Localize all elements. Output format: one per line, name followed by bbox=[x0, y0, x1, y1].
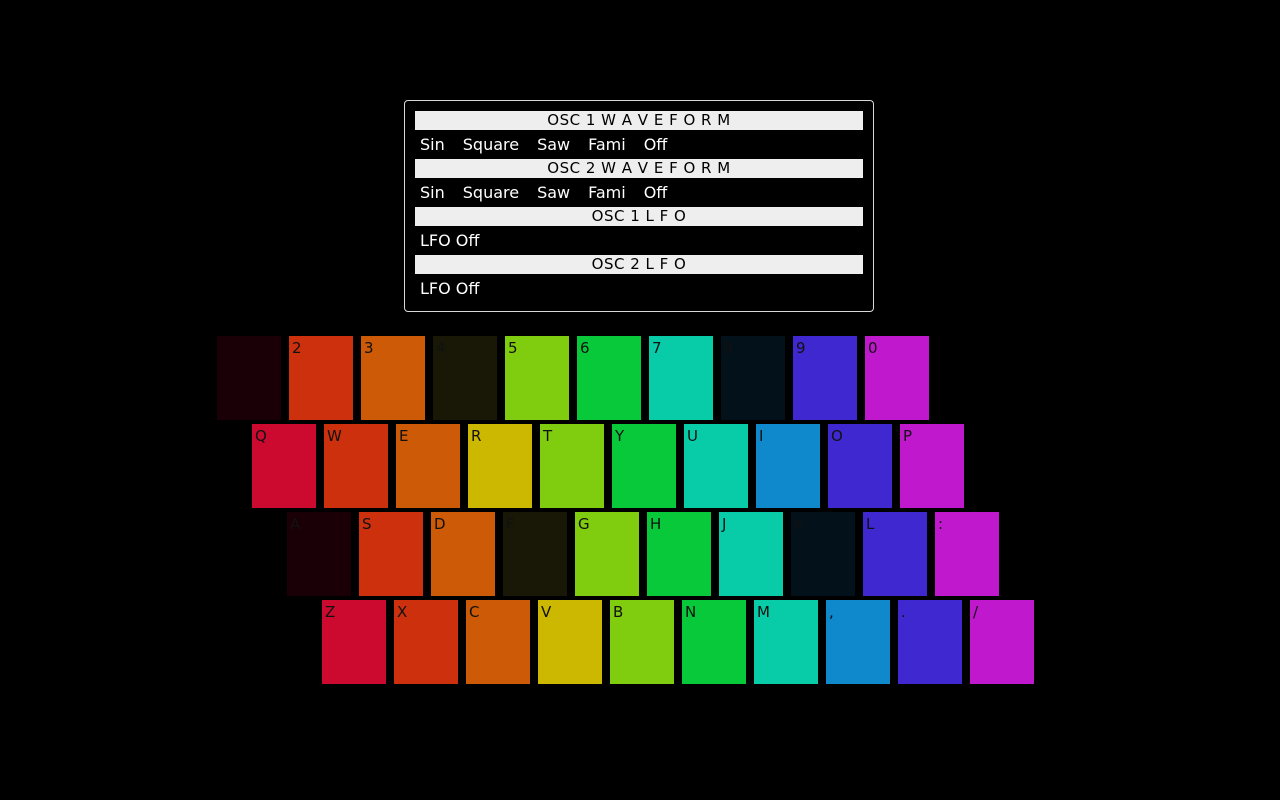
osc1-sin-option[interactable]: Sin bbox=[415, 135, 450, 154]
osc2-sin-option[interactable]: Sin bbox=[415, 183, 450, 202]
key-row4-5[interactable]: B bbox=[610, 600, 674, 684]
key-row3-2[interactable]: S bbox=[359, 512, 423, 596]
key-row2-2[interactable]: W bbox=[324, 424, 388, 508]
key-row3-6[interactable]: H bbox=[647, 512, 711, 596]
key-row4-7[interactable]: M bbox=[754, 600, 818, 684]
key-row3-10[interactable]: : bbox=[935, 512, 999, 596]
key-row3-9[interactable]: L bbox=[863, 512, 927, 596]
key-row4-9[interactable]: . bbox=[898, 600, 962, 684]
osc2-lfo-header: OSC 2 L F O bbox=[415, 255, 863, 274]
osc1-lfo-off-option[interactable]: LFO Off bbox=[415, 231, 484, 250]
key-row4-1[interactable]: Z bbox=[322, 600, 386, 684]
osc2-lfo-options: LFO Off bbox=[415, 274, 863, 303]
key-row4-4[interactable]: V bbox=[538, 600, 602, 684]
key-row4-8[interactable]: , bbox=[826, 600, 890, 684]
key-row1-9[interactable]: 9 bbox=[793, 336, 857, 420]
osc2-lfo-off-option[interactable]: LFO Off bbox=[415, 279, 484, 298]
osc1-lfo-header: OSC 1 L F O bbox=[415, 207, 863, 226]
key-row2-8[interactable]: I bbox=[756, 424, 820, 508]
key-row4-10[interactable]: / bbox=[970, 600, 1034, 684]
key-row3-4[interactable]: F bbox=[503, 512, 567, 596]
osc1-off-option[interactable]: Off bbox=[639, 135, 673, 154]
key-row2-7[interactable]: U bbox=[684, 424, 748, 508]
osc2-waveform-header: OSC 2 W A V E F O R M bbox=[415, 159, 863, 178]
key-row2-10[interactable]: P bbox=[900, 424, 964, 508]
key-row2-3[interactable]: E bbox=[396, 424, 460, 508]
osc2-saw-option[interactable]: Saw bbox=[532, 183, 575, 202]
synth-app: OSC 1 W A V E F O R M Sin Square Saw Fam… bbox=[0, 0, 1280, 800]
key-row4-3[interactable]: C bbox=[466, 600, 530, 684]
osc2-fami-option[interactable]: Fami bbox=[583, 183, 631, 202]
key-row1-3[interactable]: 3 bbox=[361, 336, 425, 420]
key-row2-5[interactable]: T bbox=[540, 424, 604, 508]
key-row1-10[interactable]: 0 bbox=[865, 336, 929, 420]
osc1-fami-option[interactable]: Fami bbox=[583, 135, 631, 154]
key-row3-1[interactable]: A bbox=[287, 512, 351, 596]
osc2-off-option[interactable]: Off bbox=[639, 183, 673, 202]
key-row1-2[interactable]: 2 bbox=[289, 336, 353, 420]
oscillator-settings-panel: OSC 1 W A V E F O R M Sin Square Saw Fam… bbox=[404, 100, 874, 312]
osc1-saw-option[interactable]: Saw bbox=[532, 135, 575, 154]
key-row1-6[interactable]: 6 bbox=[577, 336, 641, 420]
key-row3-8[interactable]: K bbox=[791, 512, 855, 596]
osc1-lfo-options: LFO Off bbox=[415, 226, 863, 255]
key-row1-4[interactable]: 4 bbox=[433, 336, 497, 420]
key-row1-7[interactable]: 7 bbox=[649, 336, 713, 420]
osc1-waveform-options: Sin Square Saw Fami Off bbox=[415, 130, 863, 159]
key-row1-5[interactable]: 5 bbox=[505, 336, 569, 420]
key-row1-8[interactable]: 8 bbox=[721, 336, 785, 420]
key-row2-1[interactable]: Q bbox=[252, 424, 316, 508]
osc2-square-option[interactable]: Square bbox=[458, 183, 524, 202]
key-row3-5[interactable]: G bbox=[575, 512, 639, 596]
key-row2-4[interactable]: R bbox=[468, 424, 532, 508]
key-row3-3[interactable]: D bbox=[431, 512, 495, 596]
key-row3-7[interactable]: J bbox=[719, 512, 783, 596]
osc2-waveform-options: Sin Square Saw Fami Off bbox=[415, 178, 863, 207]
key-row4-6[interactable]: N bbox=[682, 600, 746, 684]
key-row2-9[interactable]: O bbox=[828, 424, 892, 508]
osc1-waveform-header: OSC 1 W A V E F O R M bbox=[415, 111, 863, 130]
osc1-square-option[interactable]: Square bbox=[458, 135, 524, 154]
key-row1-1[interactable] bbox=[217, 336, 281, 420]
key-row2-6[interactable]: Y bbox=[612, 424, 676, 508]
key-row4-2[interactable]: X bbox=[394, 600, 458, 684]
